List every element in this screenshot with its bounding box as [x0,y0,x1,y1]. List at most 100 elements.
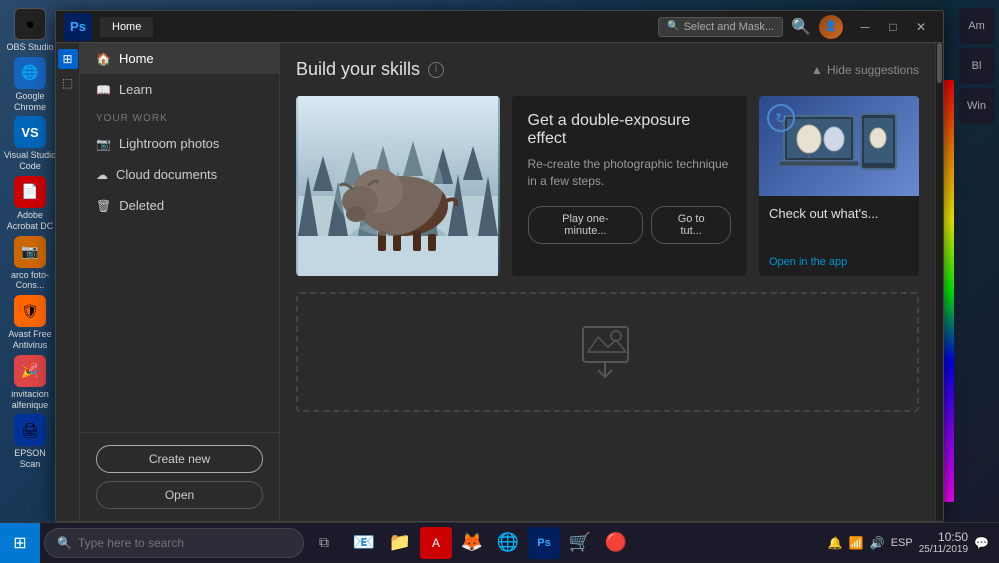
home-icon: 🏠 [96,52,111,66]
taskbar-firefox-icon[interactable]: 🦊 [456,527,488,559]
taskbar-clock[interactable]: 10:50 25/11/2019 [919,530,968,555]
taskbar-folder-icon[interactable]: 📁 [384,527,416,559]
card-actions: Play one-minute... Go to tut... [528,206,732,244]
card-small-title: Check out what's... [769,206,909,221]
sidebar-item-lightroom[interactable]: 📷 Lightroom photos [80,128,279,159]
desktop-icon-epson[interactable]: 🖨 EPSON Scan [3,414,57,470]
card-description-text: Re-create the photographic technique in … [528,156,732,190]
learn-icon: 📖 [96,83,111,97]
sidebar-actions: Create new Open [80,432,279,521]
tool-move[interactable]: ⊞ [58,49,78,69]
sidebar-nav: 🏠 Home 📖 Learn YOUR WORK 📷 Lightroom pho… [80,43,279,432]
desktop-icon-invitacion[interactable]: 🎉 invitacion alfenique [3,355,57,411]
right-icon-2[interactable]: Bl [959,48,995,84]
hide-suggestions-button[interactable]: ▲ Hide suggestions [811,63,919,77]
cloud-icon: ☁ [96,168,108,182]
play-video-button[interactable]: Play one-minute... [528,206,644,244]
desktop-icon-avast[interactable]: 🛡 Avast Free Antivirus [3,295,57,351]
tab-home[interactable]: Home [100,17,153,37]
card-small-image: ↻ [759,96,919,196]
select-mask-search[interactable]: 🔍 Select and Mask... [658,17,783,37]
lightroom-icon: 📷 [96,137,111,151]
search-icon: 🔍 [667,21,679,32]
taskbar-chrome-icon[interactable]: 🌐 [492,527,524,559]
taskbar-adobe-icon[interactable]: A [420,527,452,559]
taskbar-search[interactable]: 🔍 [44,528,304,558]
taskbar-app-icons: 📧 📁 A 🦊 🌐 Ps 🛒 🔴 [340,527,640,559]
trash-icon: 🗑 [96,199,111,213]
chevron-up-icon: ▲ [811,63,823,77]
titlebar-right: 🔍 Select and Mask... 🔍 👤 ─ □ ✕ [658,13,935,41]
photoshop-window: Ps Home 🔍 Select and Mask... 🔍 👤 ─ □ ✕ ⊞ [55,10,944,522]
card-bison-image [296,96,500,276]
tray-language: ESP [891,537,913,549]
open-button[interactable]: Open [96,481,263,509]
desktop-icon-obs[interactable]: ⏺ OBS Studio [3,8,57,53]
navigation-sidebar: 🏠 Home 📖 Learn YOUR WORK 📷 Lightroom pho… [80,43,280,521]
bison-svg [298,96,498,276]
tools-panel: ⊞ ⬚ [56,43,80,521]
ps-tabs: Home [100,17,658,37]
scrollbar-thumb[interactable] [937,43,942,83]
devices-svg [779,106,899,186]
card-title: Get a double-exposure effect [528,112,732,148]
right-icon-3[interactable]: Win [959,88,995,124]
desktop-icon-chrome[interactable]: 🌐 Google Chrome [3,57,57,113]
vertical-scrollbar[interactable] [935,43,943,521]
drop-zone-content [578,322,638,382]
tray-wifi-icon: 📶 [849,536,864,550]
ps-main-area: ⊞ ⬚ 🏠 Home 📖 Learn YOUR WORK 📷 Lightroom… [56,43,943,521]
tray-network-icon: 🔔 [828,536,843,550]
minimize-button[interactable]: ─ [851,13,879,41]
notification-icon[interactable]: 💬 [974,536,989,550]
sidebar-item-home[interactable]: 🏠 Home [80,43,279,74]
search-icon-btn[interactable]: 🔍 [791,17,811,37]
maximize-button[interactable]: □ [879,13,907,41]
desktop-icon-arco[interactable]: 📷 arco foto-Cons... [3,236,57,292]
taskbar-mail-icon[interactable]: 📧 [348,527,380,559]
right-icon-1[interactable]: Am [959,8,995,44]
right-sidebar: Am Bl Win [954,0,999,522]
close-button[interactable]: ✕ [907,13,935,41]
taskbar-search-input[interactable] [78,536,291,550]
section-header: Build your skills i ▲ Hide suggestions [296,59,919,80]
card-small-body: Check out what's... [759,196,919,248]
card-description: Get a double-exposure effect Re-create t… [512,96,748,276]
bison-image [296,96,500,276]
user-avatar[interactable]: 👤 [819,15,843,39]
file-drop-zone[interactable] [296,292,919,412]
main-content: Build your skills i ▲ Hide suggestions [280,43,935,521]
create-new-button[interactable]: Create new [96,445,263,473]
cloud-sync-icon: ↻ [767,104,795,132]
scrollbar-track [936,43,943,521]
desktop-icon-acrobat[interactable]: 📄 Adobe Acrobat DC [3,176,57,232]
sidebar-item-cloud[interactable]: ☁ Cloud documents [80,159,279,190]
sidebar-item-deleted[interactable]: 🗑 Deleted [80,190,279,221]
desktop-icons-column: ⏺ OBS Studio 🌐 Google Chrome VS Visual S… [0,0,60,522]
taskbar-red-icon[interactable]: 🔴 [600,527,632,559]
taskbar-store-icon[interactable]: 🛒 [564,527,596,559]
ps-logo: Ps [64,13,92,41]
windows-icon: ⊞ [13,533,26,553]
taskbar: ⊞ 🔍 ⧉ 📧 📁 A 🦊 🌐 Ps 🛒 🔴 🔔 📶 🔊 ESP 10:50 2… [0,522,999,562]
skill-cards-row: Get a double-exposure effect Re-create t… [296,96,919,276]
start-button[interactable]: ⊞ [0,523,40,563]
desktop-icon-vscode[interactable]: VS Visual Studio Code [3,116,57,172]
taskbar-ps-icon[interactable]: Ps [528,527,560,559]
tool-select[interactable]: ⬚ [58,73,78,93]
search-icon: 🔍 [57,536,72,550]
info-icon[interactable]: i [428,62,444,78]
open-in-app-link[interactable]: Open in the app [769,256,847,268]
section-title: Build your skills i [296,59,444,80]
card-whats-new: ↻ [759,96,919,276]
card-small-actions: Open in the app [759,248,919,276]
tray-volume-icon: 🔊 [870,536,885,550]
go-to-tutorial-button[interactable]: Go to tut... [651,206,731,244]
system-tray: 🔔 📶 🔊 ESP 10:50 25/11/2019 💬 [818,530,999,555]
titlebar: Ps Home 🔍 Select and Mask... 🔍 👤 ─ □ ✕ [56,11,943,43]
task-view-button[interactable]: ⧉ [308,527,340,559]
drop-zone-icon [578,322,638,382]
window-controls: ─ □ ✕ [851,13,935,41]
your-work-label: YOUR WORK [80,105,279,128]
sidebar-item-learn[interactable]: 📖 Learn [80,74,279,105]
